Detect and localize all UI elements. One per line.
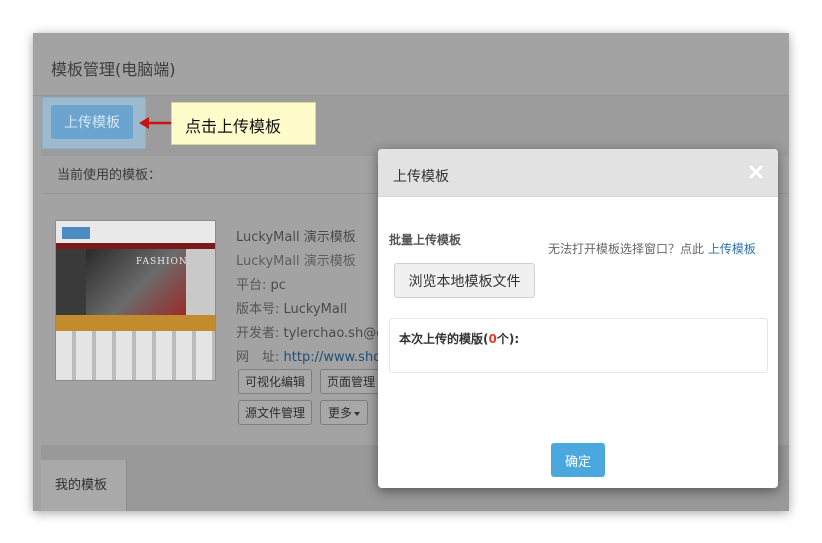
platform-value: pc	[270, 278, 286, 293]
close-icon[interactable]	[748, 164, 764, 180]
template-site: 网 址: http://www.shope	[236, 346, 397, 365]
template-desc: LuckyMall 演示模板	[236, 250, 356, 269]
thumb-banner: FASHION	[86, 249, 188, 315]
upload-count: 本次上传的模版(0个):	[399, 330, 519, 347]
version-value: LuckyMall	[283, 302, 348, 317]
visual-edit-button[interactable]: 可视化编辑	[238, 369, 312, 394]
caret-down-icon	[354, 411, 360, 416]
more-dropdown[interactable]: 更多	[320, 400, 368, 425]
template-name-text: LuckyMall 演示模板	[236, 230, 356, 245]
version-label: 版本号:	[236, 302, 284, 317]
thumb-right-column	[186, 249, 215, 315]
template-platform: 平台: pc	[236, 274, 286, 293]
site-label: 网 址:	[236, 350, 284, 365]
more-label: 更多	[327, 406, 352, 420]
hint-text: 无法打开模板选择窗口？点此	[548, 242, 708, 256]
upload-template-button[interactable]: 上传模板	[51, 105, 133, 139]
arrow-left-icon	[139, 117, 171, 129]
template-developer: 开发者: tylerchao.sh@gm	[236, 322, 397, 341]
template-name: LuckyMall 演示模板	[236, 226, 356, 245]
thumb-product-grid	[56, 331, 215, 380]
batch-upload-label: 批量上传模板	[389, 233, 462, 247]
upload-template-dialog: 上传模板 批量上传模板 无法打开模板选择窗口？点此 上传模板 浏览本地模板文件 …	[378, 149, 778, 488]
callout-text: 点击上传模板	[185, 117, 282, 136]
count-prefix: 本次上传的模版(	[399, 332, 489, 346]
source-manage-button[interactable]: 源文件管理	[238, 400, 312, 425]
dialog-title: 上传模板	[393, 169, 449, 185]
thumb-logo	[62, 227, 90, 239]
upload-hint: 无法打开模板选择窗口？点此 上传模板	[548, 240, 756, 257]
template-desc-text: LuckyMall 演示模板	[236, 254, 356, 269]
confirm-button[interactable]: 确定	[551, 443, 605, 477]
count-value: 0	[488, 332, 497, 346]
thumb-sidebar	[56, 249, 86, 315]
platform-label: 平台:	[236, 278, 271, 293]
thumb-banner-text: FASHION	[136, 257, 188, 267]
tab-my-templates-label: 我的模板	[55, 478, 108, 493]
template-version: 版本号: LuckyMall	[236, 298, 347, 317]
count-suffix: 个):	[496, 332, 520, 346]
developer-label: 开发者:	[236, 326, 284, 341]
current-template-label: 当前使用的模板：	[57, 168, 162, 183]
thumb-promo-strip	[56, 315, 215, 331]
browse-local-files-button[interactable]: 浏览本地模板文件	[394, 263, 535, 298]
template-thumbnail[interactable]: FASHION	[55, 220, 216, 381]
alt-upload-link[interactable]: 上传模板	[708, 242, 756, 256]
page-manage-button[interactable]: 页面管理	[320, 369, 382, 394]
page-title: 模板管理(电脑端)	[51, 60, 176, 79]
